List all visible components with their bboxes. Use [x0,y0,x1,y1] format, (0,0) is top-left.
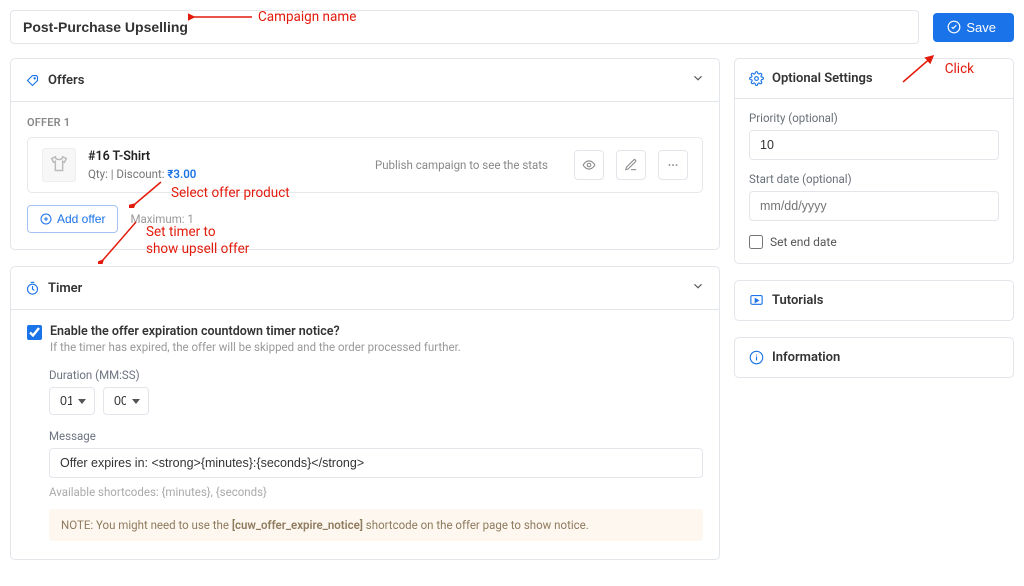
tshirt-icon [48,154,70,176]
timer-message-input[interactable] [49,448,703,478]
add-offer-label: Add offer [57,212,105,226]
set-end-date-label: Set end date [770,235,837,249]
offer-product-row: #16 T-Shirt Qty: | Discount: ₹3.00 Publi… [27,137,703,193]
chevron-down-icon [691,279,705,297]
information-panel[interactable]: Information [734,337,1014,378]
check-circle-icon [947,20,961,34]
tutorials-title: Tutorials [772,293,999,308]
product-title: #16 T-Shirt [88,149,349,165]
optional-settings-header[interactable]: Optional Settings [735,59,1013,99]
tutorials-panel[interactable]: Tutorials [734,280,1014,321]
chevron-down-icon [691,71,705,89]
maximum-text: Maximum: 1 [130,212,193,226]
timer-icon [25,281,40,296]
edit-icon [624,158,638,172]
start-date-label: Start date (optional) [749,172,999,186]
priority-input[interactable] [749,130,999,160]
duration-minutes-select[interactable]: 01 [49,387,95,415]
duration-seconds-select[interactable]: 00 [103,387,149,415]
product-meta: #16 T-Shirt Qty: | Discount: ₹3.00 [88,149,349,180]
optional-settings-panel: Optional Settings Priority (optional) St… [734,58,1014,264]
duration-label: Duration (MM:SS) [49,368,703,382]
save-button-label: Save [966,20,996,35]
more-offer-button[interactable] [658,150,688,180]
product-subline: Qty: | Discount: ₹3.00 [88,167,349,181]
add-offer-button[interactable]: Add offer [27,205,118,233]
offers-panel-header[interactable]: Offers [11,59,719,102]
information-title: Information [772,350,999,365]
plus-circle-icon [40,213,52,225]
offers-icon [25,73,40,88]
stats-placeholder: Publish campaign to see the stats [375,158,548,172]
enable-timer-desc: If the timer has expired, the offer will… [50,340,461,354]
optional-settings-title: Optional Settings [772,71,999,86]
priority-label: Priority (optional) [749,111,999,125]
timer-title: Timer [48,281,683,296]
eye-icon [582,158,596,172]
offers-title: Offers [48,73,683,88]
preview-offer-button[interactable] [574,150,604,180]
shortcodes-hint: Available shortcodes: {minutes}, {second… [49,485,703,499]
enable-timer-label: Enable the offer expiration countdown ti… [50,324,461,339]
timer-panel-header[interactable]: Timer [11,267,719,310]
message-label: Message [49,429,703,443]
set-end-date-checkbox[interactable] [749,235,763,249]
more-icon [666,158,680,172]
campaign-name-input[interactable] [10,10,919,44]
offer-number-label: OFFER 1 [27,116,703,129]
shortcode-note: NOTE: You might need to use the [cuw_off… [49,509,703,541]
info-icon [749,350,764,365]
edit-offer-button[interactable] [616,150,646,180]
start-date-input[interactable] [749,191,999,221]
save-button[interactable]: Save [933,13,1014,42]
product-image [42,148,76,182]
enable-timer-checkbox[interactable] [27,325,42,340]
settings-icon [749,71,764,86]
timer-panel: Set timer toshow upsell offer Timer Enab… [10,266,720,560]
tutorials-icon [749,293,764,308]
offers-panel: Offers OFFER 1 #16 T-Shirt Qty: | Discou… [10,58,720,250]
